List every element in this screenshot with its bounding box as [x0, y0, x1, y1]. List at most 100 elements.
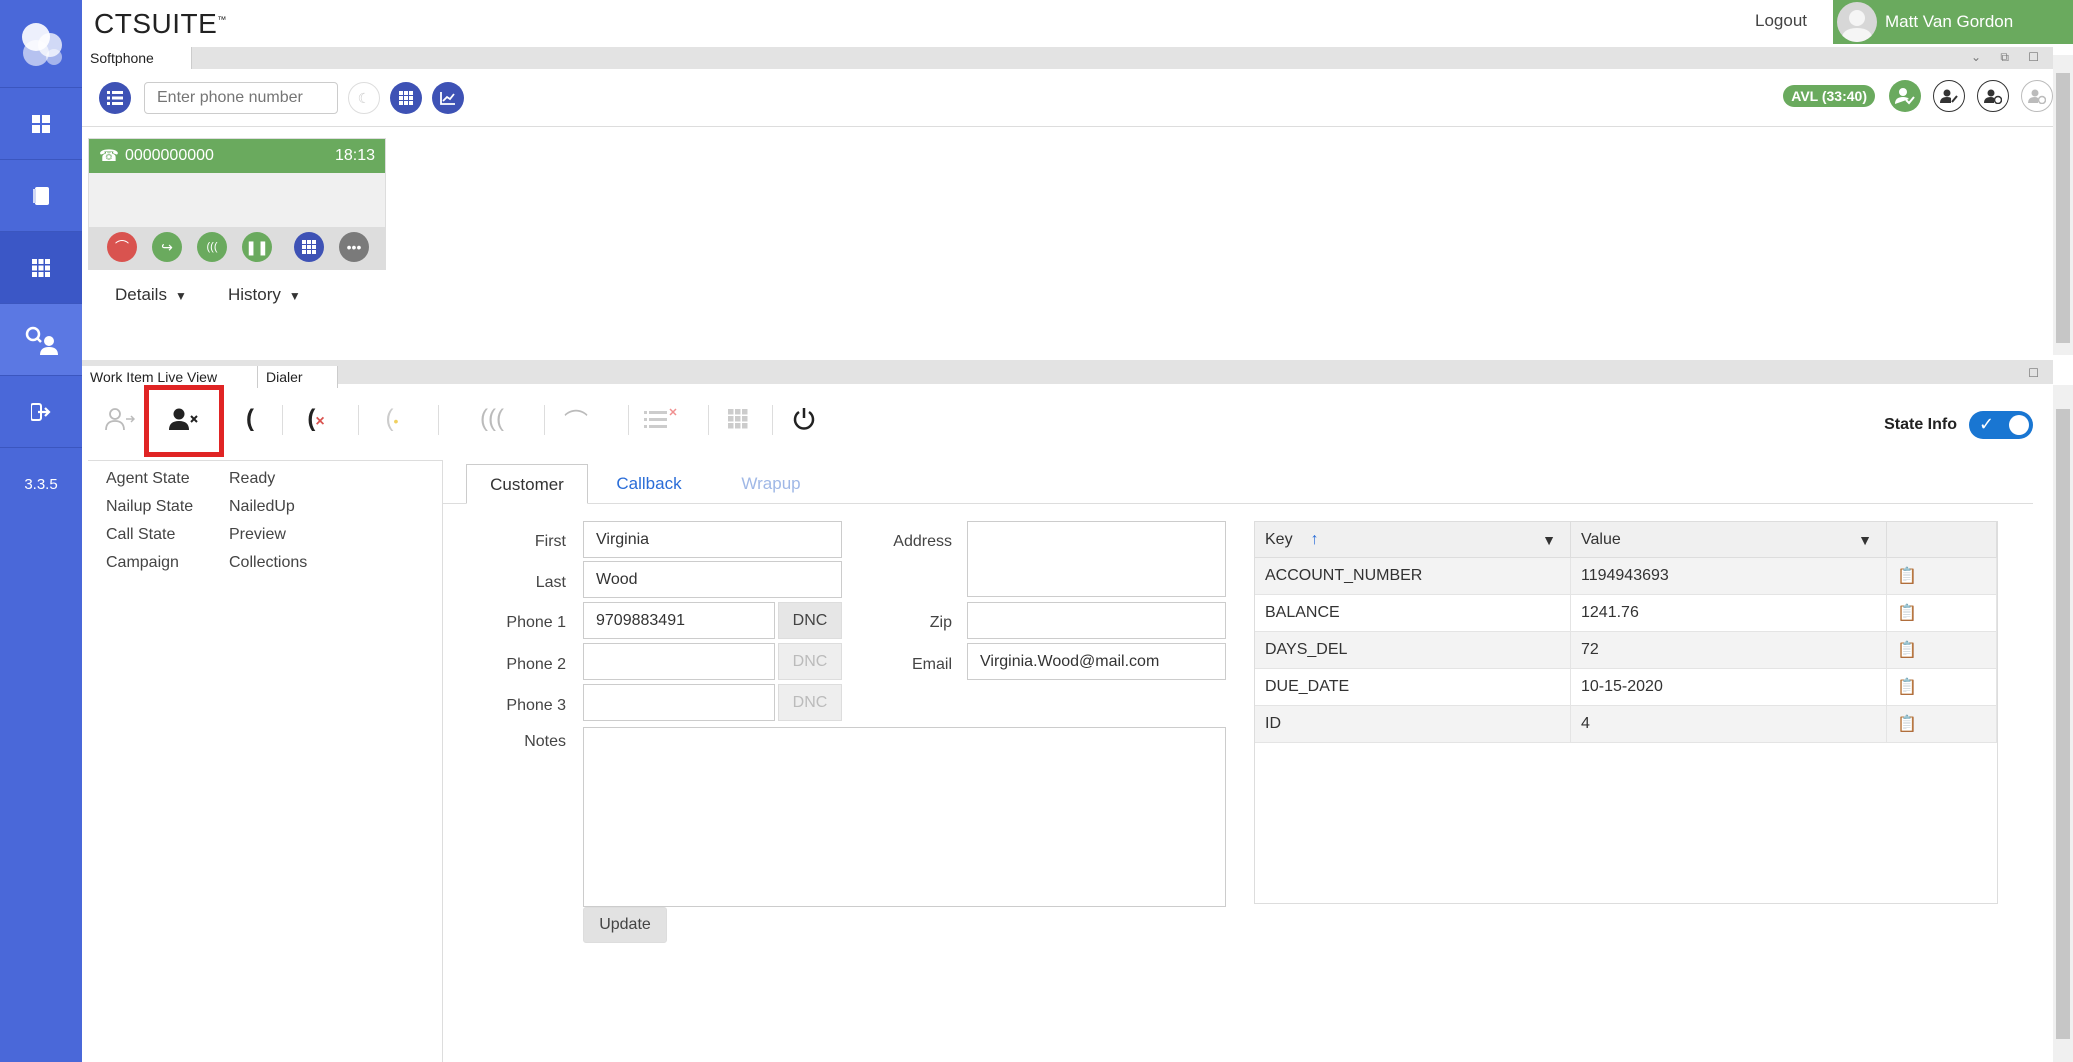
- more-options-button[interactable]: •••: [339, 232, 369, 262]
- dial-button[interactable]: ☾: [348, 82, 380, 114]
- clipboard-icon[interactable]: 📋: [1897, 714, 1917, 734]
- filter-icon[interactable]: ▼: [1858, 532, 1872, 548]
- clipboard-icon[interactable]: 📋: [1897, 603, 1917, 623]
- table-row[interactable]: ID 4 📋: [1255, 706, 1997, 743]
- login-agent-button[interactable]: [100, 399, 140, 439]
- call-number: 0000000000: [124, 147, 214, 164]
- last-name-field[interactable]: [583, 561, 842, 598]
- key-column-header[interactable]: Key ↑ ▼: [1255, 522, 1571, 557]
- phone-callback-icon: (•: [385, 405, 399, 432]
- call-button[interactable]: (: [230, 399, 270, 439]
- phone3-label: Phone 3: [506, 697, 566, 714]
- stats-button[interactable]: [432, 82, 464, 114]
- clipboard-icon[interactable]: 📋: [1897, 677, 1917, 697]
- agent-status-button[interactable]: [1977, 80, 2009, 112]
- disposition-list-button[interactable]: [642, 399, 682, 439]
- conference-button[interactable]: (((: [197, 232, 227, 262]
- call-keypad-button[interactable]: [294, 232, 324, 262]
- end-call-button[interactable]: (×: [296, 399, 336, 439]
- scrollbar-thumb[interactable]: [2056, 409, 2070, 1039]
- phone3-field[interactable]: [583, 684, 775, 721]
- state-info-control: State Info ✓: [1884, 411, 2033, 439]
- info-row-agent-state: Agent State Ready: [88, 465, 442, 493]
- top-scrollbar[interactable]: [2053, 55, 2073, 355]
- first-name-field[interactable]: [583, 521, 842, 558]
- address-label: Address: [893, 533, 952, 550]
- tab-softphone[interactable]: Softphone: [82, 47, 192, 69]
- update-button[interactable]: Update: [583, 907, 667, 943]
- history-dropdown[interactable]: History ▼: [228, 285, 301, 305]
- email-field[interactable]: [967, 643, 1226, 680]
- agent-edit-button[interactable]: [1933, 80, 1965, 112]
- availability-badge[interactable]: AVL (33:40): [1783, 85, 1875, 107]
- phone1-dnc-button[interactable]: DNC: [778, 602, 842, 639]
- call-list-button[interactable]: [99, 82, 131, 114]
- scrollbar-thumb[interactable]: [2056, 73, 2070, 343]
- nav-apps[interactable]: [0, 232, 82, 304]
- ellipsis-icon: •••: [346, 239, 362, 255]
- conference-dialer-button[interactable]: (((: [462, 399, 522, 439]
- tab-callback[interactable]: Callback: [588, 464, 710, 504]
- agent-away-button[interactable]: [2021, 80, 2053, 112]
- notes-field[interactable]: [583, 727, 1226, 907]
- details-dropdown[interactable]: Details ▼: [115, 285, 187, 305]
- last-label: Last: [535, 574, 566, 591]
- tab-wrapup[interactable]: Wrapup: [710, 464, 832, 504]
- phone2-field[interactable]: [583, 643, 775, 680]
- phone1-field[interactable]: [583, 602, 775, 639]
- tab-customer[interactable]: Customer: [466, 464, 588, 504]
- transfer-button[interactable]: ↪: [152, 232, 182, 262]
- conference-icon: (((: [206, 241, 218, 253]
- table-header: Key ↑ ▼ Value ▼: [1255, 522, 1997, 558]
- sign-out-icon: [31, 402, 51, 421]
- keypad-button[interactable]: [390, 82, 422, 114]
- row-actions: 📋: [1887, 595, 1997, 631]
- nav-agent-search[interactable]: [0, 304, 82, 376]
- brand-trademark: ™: [217, 14, 227, 25]
- park-button[interactable]: ⌒: [556, 399, 596, 439]
- state-info-toggle[interactable]: ✓: [1969, 411, 2033, 439]
- table-row[interactable]: DUE_DATE 10-15-2020 📋: [1255, 669, 1997, 706]
- hangup-button[interactable]: ⌒: [107, 232, 137, 262]
- value-column-header[interactable]: Value ▼: [1571, 522, 1887, 557]
- toolbar-divider: [708, 405, 709, 435]
- table-row[interactable]: ACCOUNT_NUMBER 1194943693 📋: [1255, 558, 1997, 595]
- filter-icon[interactable]: ▼: [1542, 532, 1556, 548]
- power-button[interactable]: [784, 399, 824, 439]
- clipboard-icon[interactable]: 📋: [1897, 566, 1917, 586]
- table-row[interactable]: BALANCE 1241.76 📋: [1255, 595, 1997, 632]
- phone-number-input[interactable]: [144, 82, 338, 114]
- toolbar-divider: [358, 405, 359, 435]
- active-call-card[interactable]: ☎ 0000000000 18:13 ⌒ ↪ ((( ❚❚ •••: [88, 138, 386, 270]
- agent-available-button[interactable]: [1889, 80, 1921, 112]
- user-menu[interactable]: Matt Van Gordon: [1833, 0, 2073, 44]
- hold-button[interactable]: ❚❚: [242, 232, 272, 262]
- user-login-icon: [105, 408, 135, 431]
- callback-button[interactable]: (•: [372, 399, 412, 439]
- app-logo[interactable]: [0, 0, 82, 88]
- panel-maximize-button[interactable]: ☐: [2028, 366, 2047, 380]
- info-value: Collections: [229, 554, 308, 571]
- table-row[interactable]: DAYS_DEL 72 📋: [1255, 632, 1997, 669]
- zip-field[interactable]: [967, 602, 1226, 639]
- nav-dashboard[interactable]: [0, 88, 82, 160]
- nav-sign-out[interactable]: [0, 376, 82, 448]
- row-key: ACCOUNT_NUMBER: [1255, 558, 1571, 594]
- phone3-dnc-button[interactable]: DNC: [778, 684, 842, 721]
- phone2-dnc-button[interactable]: DNC: [778, 643, 842, 680]
- nav-book[interactable]: [0, 160, 82, 232]
- lower-scrollbar[interactable]: [2053, 385, 2073, 1062]
- row-key: DAYS_DEL: [1255, 632, 1571, 668]
- logout-agent-button[interactable]: [164, 399, 204, 439]
- dialer-keypad-button[interactable]: [718, 399, 758, 439]
- state-info-label: State Info: [1884, 416, 1957, 433]
- clipboard-icon[interactable]: 📋: [1897, 640, 1917, 660]
- brand-title: CTSUITE™: [94, 8, 227, 40]
- address-field[interactable]: [967, 521, 1226, 597]
- info-key: Campaign: [106, 554, 179, 571]
- user-check-icon: [1895, 88, 1915, 105]
- details-label: Details: [115, 285, 167, 304]
- window-controls[interactable]: ⌄ ⧉ ☐: [1971, 50, 2047, 65]
- list-icon: [107, 91, 123, 105]
- logout-link[interactable]: Logout: [1755, 11, 1807, 31]
